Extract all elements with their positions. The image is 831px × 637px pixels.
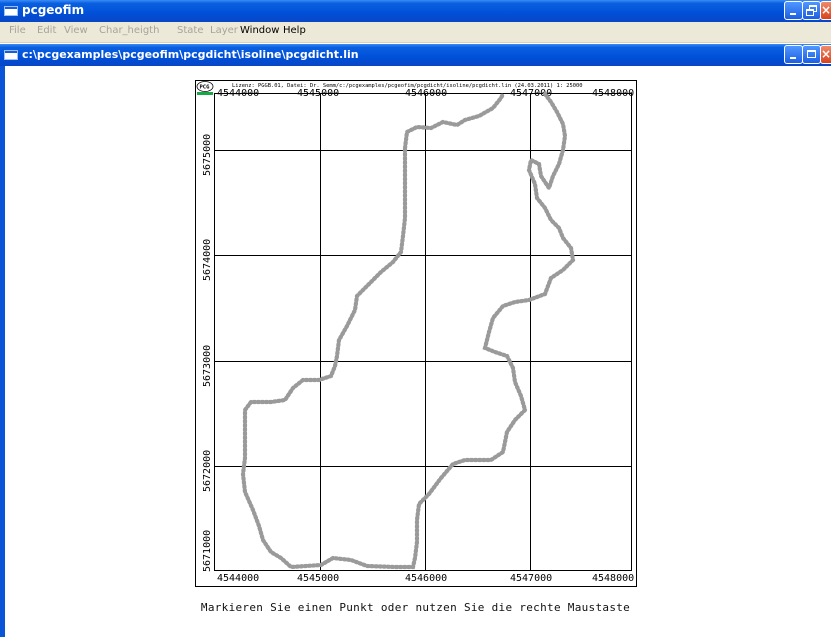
menu-file[interactable]: File [9, 25, 26, 36]
y-tick-left: 5674000 [202, 239, 213, 281]
x-tick-top: 4548000 [592, 88, 634, 99]
y-tick-right: 5675000 [633, 126, 637, 168]
document-title: c:\pcgexamples\pcgeofim\pcgdicht\isoline… [22, 48, 359, 61]
y-tick-right: 5672000 [633, 443, 637, 485]
menu-state[interactable]: State [177, 25, 203, 36]
window-frame-edge [0, 66, 5, 637]
y-tick-right: 5674000 [633, 232, 637, 274]
menu-help[interactable]: Help [283, 25, 306, 36]
x-tick-bottom: 4546000 [405, 573, 447, 584]
status-message: Markieren Sie einen Punkt oder nutzen Si… [200, 601, 631, 614]
y-tick-left: 5673000 [202, 345, 213, 387]
close-button[interactable]: × [820, 1, 831, 20]
menu-bar: File Edit View Char_heigth State Layer W… [0, 22, 831, 43]
app-title-bar[interactable]: pcgeofim × [0, 0, 831, 22]
menu-layer[interactable]: Layer [210, 25, 238, 36]
y-tick-left: 5675000 [202, 134, 213, 176]
minimize-button[interactable] [784, 1, 803, 20]
x-tick-top: 4546000 [405, 88, 447, 99]
x-tick-bottom: 4547000 [510, 573, 552, 584]
svg-text:PCG: PCG [200, 85, 211, 91]
x-tick-bottom: 4544000 [217, 573, 259, 584]
restore-button[interactable] [802, 1, 821, 20]
menu-window[interactable]: Window [240, 25, 279, 36]
doc-maximize-button[interactable] [802, 45, 821, 64]
x-tick-top: 4545000 [297, 88, 339, 99]
document-title-bar[interactable]: c:\pcgexamples\pcgeofim\pcgdicht\isoline… [0, 44, 831, 66]
x-tick-bottom: 4548000 [592, 573, 634, 584]
pcg-logo: PCG [196, 81, 214, 95]
y-tick-right: 5673000 [633, 337, 637, 379]
y-tick-left: 5671000 [202, 530, 213, 572]
x-tick-top: 4544000 [217, 88, 259, 99]
menu-char-heigth[interactable]: Char_heigth [99, 25, 159, 36]
app-title: pcgeofim [22, 3, 85, 17]
x-tick-bottom: 4545000 [297, 573, 339, 584]
map-canvas[interactable]: Lizenz: PGGB.01, Datei: Dr. Semm/c:/pcge… [195, 80, 637, 587]
menu-view[interactable]: View [64, 25, 88, 36]
app-icon [4, 6, 18, 16]
y-tick-left: 5672000 [202, 450, 213, 492]
document-icon [4, 50, 18, 60]
y-tick-right: 5671000 [633, 529, 637, 571]
doc-minimize-button[interactable] [784, 45, 803, 64]
menu-edit[interactable]: Edit [37, 25, 56, 36]
doc-close-button[interactable]: × [820, 45, 831, 64]
